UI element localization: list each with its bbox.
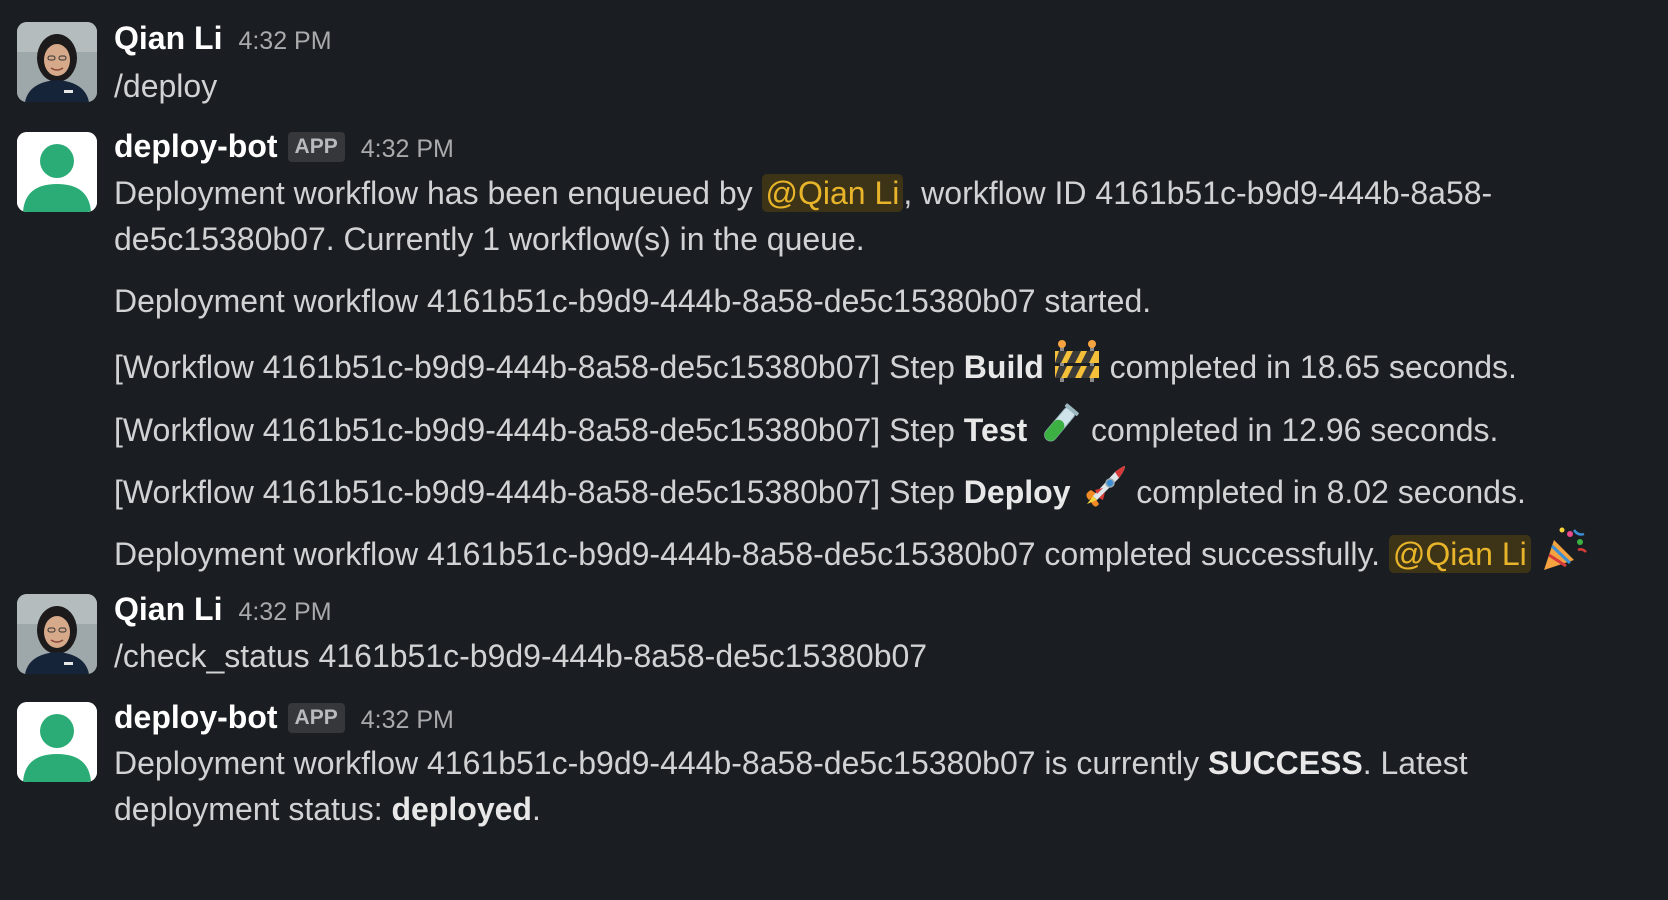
step-deploy-line: [Workflow 4161b51c-b9d9-444b-8a58-de5c15… — [114, 464, 1526, 522]
deployment-status: deployed — [391, 791, 532, 827]
step-suffix: completed in 18.65 seconds. — [1100, 348, 1517, 385]
step-name: Build — [963, 348, 1044, 385]
status-line-1: Deployment workflow 4161b51c-b9d9-444b-8… — [114, 743, 1468, 783]
app-badge: APP — [287, 132, 345, 162]
workflow-started-line: Deployment workflow 4161b51c-b9d9-444b-8… — [114, 283, 1152, 319]
sender-name[interactable]: Qian Li — [114, 20, 222, 57]
step-build-line: [Workflow 4161b51c-b9d9-444b-8a58-de5c15… — [114, 340, 1517, 396]
rocket-icon — [1079, 464, 1127, 519]
step-test-line: [Workflow 4161b51c-b9d9-444b-8a58-de5c15… — [114, 402, 1499, 460]
sender-name[interactable]: Qian Li — [114, 591, 222, 628]
timestamp[interactable]: 4:32 PM — [238, 598, 331, 627]
step-suffix: completed in 12.96 seconds. — [1082, 411, 1499, 448]
user-photo-avatar-icon[interactable] — [17, 22, 97, 102]
step-name: Test — [963, 411, 1028, 448]
timestamp[interactable]: 4:32 PM — [361, 706, 454, 735]
step-prefix: [Workflow 4161b51c-b9d9-444b-8a58-de5c15… — [114, 473, 964, 510]
message-header: Qian Li 4:32 PM — [114, 20, 332, 57]
user-photo-avatar-icon[interactable] — [17, 594, 97, 674]
default-user-avatar-icon[interactable] — [17, 702, 97, 782]
party-popper-icon — [1540, 526, 1588, 581]
step-prefix: [Workflow 4161b51c-b9d9-444b-8a58-de5c15… — [114, 348, 964, 385]
status-line-2: deployment status: deployed. — [114, 789, 541, 829]
step-name: Deploy — [963, 473, 1071, 510]
message-text: /check_status 4161b51c-b9d9-444b-8a58-de… — [114, 638, 928, 674]
step-suffix: completed in 8.02 seconds. — [1127, 473, 1526, 510]
message-header: Qian Li 4:32 PM — [114, 591, 332, 628]
message-header: deploy-bot APP 4:32 PM — [114, 128, 454, 166]
workflow-completed-line: Deployment workflow 4161b51c-b9d9-444b-8… — [114, 526, 1588, 584]
app-badge: APP — [287, 703, 345, 733]
construction-barrier-icon — [1053, 340, 1101, 393]
user-mention[interactable]: @Qian Li — [761, 174, 904, 212]
enqueue-line-1: Deployment workflow has been enqueued by… — [114, 173, 1492, 213]
enqueue-prefix: Deployment workflow has been enqueued by — [114, 175, 762, 211]
message-text: /deploy — [114, 68, 218, 104]
default-user-avatar-icon[interactable] — [17, 132, 97, 212]
sender-name[interactable]: deploy-bot — [114, 128, 278, 165]
timestamp[interactable]: 4:32 PM — [361, 135, 454, 164]
status-line2-prefix: deployment status: — [114, 791, 392, 827]
step-prefix: [Workflow 4161b51c-b9d9-444b-8a58-de5c15… — [114, 411, 964, 448]
status-line2-suffix: . — [531, 791, 541, 827]
test-tube-icon — [1036, 402, 1082, 457]
enqueue-suffix: , workflow ID 4161b51c-b9d9-444b-8a58- — [903, 175, 1493, 211]
sender-name[interactable]: deploy-bot — [114, 699, 278, 736]
status-suffix: . Latest — [1362, 745, 1468, 781]
completed-text: Deployment workflow 4161b51c-b9d9-444b-8… — [114, 535, 1389, 572]
status-prefix: Deployment workflow 4161b51c-b9d9-444b-8… — [114, 745, 1209, 781]
message-header: deploy-bot APP 4:32 PM — [114, 699, 454, 737]
workflow-state: SUCCESS — [1208, 745, 1363, 781]
timestamp[interactable]: 4:32 PM — [238, 27, 331, 56]
enqueue-line-2: de5c15380b07. Currently 1 workflow(s) in… — [114, 221, 865, 257]
user-mention[interactable]: @Qian Li — [1388, 534, 1531, 573]
